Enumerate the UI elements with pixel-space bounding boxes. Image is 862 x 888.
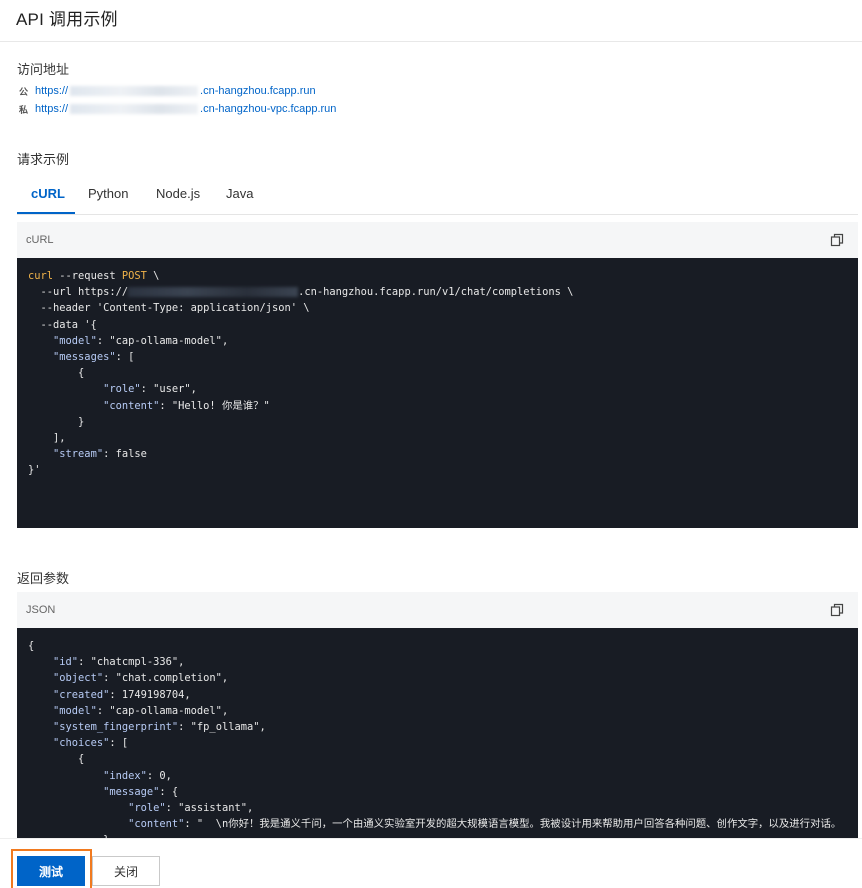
code-token: curl — [28, 270, 54, 282]
code-token: : " \n你好！我是通义千问，一个由通义实验室开发的超大规模语言模型。我被设计… — [184, 818, 842, 831]
code-key: "role" — [128, 802, 166, 815]
private-url-prefix: https:// — [35, 103, 69, 115]
language-tabs: cURL Python Node.js Java — [17, 178, 858, 215]
request-code-lang: cURL — [26, 234, 54, 246]
code-key: "system_fingerprint" — [53, 721, 179, 734]
code-key: "model" — [53, 334, 97, 347]
dialog-title: API 调用示例 — [16, 10, 118, 29]
response-code-lang: JSON — [26, 604, 56, 616]
public-url-suffix: .cn-hangzhou.fcapp.run — [200, 85, 316, 97]
tab-python[interactable]: Python — [88, 186, 128, 201]
request-label: 请求示例 — [17, 152, 70, 167]
code-key: "stream" — [53, 448, 104, 461]
code-key: "id" — [53, 656, 79, 669]
code-key: "model" — [53, 704, 97, 717]
code-token: POST — [121, 270, 147, 282]
dialog-header: API 调用示例 — [0, 0, 862, 42]
code-token: { — [28, 753, 85, 766]
tab-curl[interactable]: cURL — [31, 186, 65, 201]
code-key: "index" — [103, 769, 147, 782]
private-badge: 私 — [18, 104, 28, 115]
public-address-row: 公 https:// .cn-hangzhou.fcapp.run — [17, 83, 316, 99]
code-token: ], — [28, 432, 66, 445]
code-token: : "cap-ollama-model", — [96, 704, 229, 717]
code-token: } — [28, 415, 85, 428]
code-token: --url https:// — [28, 286, 129, 299]
public-url-prefix: https:// — [35, 85, 69, 97]
code-token: --request — [53, 270, 122, 282]
code-token: : "fp_ollama", — [178, 721, 266, 734]
code-token: { — [28, 640, 35, 652]
tab-java[interactable]: Java — [226, 186, 253, 201]
code-token: : [ — [109, 737, 129, 750]
code-token: : "user", — [140, 383, 197, 396]
active-tab-indicator — [17, 212, 75, 214]
code-token: : "Hello! 你是谁？" — [159, 399, 270, 412]
code-key: "content" — [128, 818, 185, 831]
code-token: : "assistant", — [165, 802, 254, 815]
request-code: curl --request POST \ --url https:// .cn-… — [17, 258, 858, 489]
code-token: : "cap-ollama-model", — [96, 334, 229, 347]
code-token: : [ — [115, 351, 135, 364]
code-token: : false — [103, 448, 147, 461]
code-token: : "chat.completion", — [103, 672, 229, 685]
private-address-link[interactable]: https:// .cn-hangzhou-vpc.fcapp.run — [35, 103, 336, 115]
copy-icon[interactable] — [830, 603, 844, 617]
response-code-block: { "id": "chatcmpl-336", "object": "chat.… — [17, 628, 858, 838]
private-address-row: 私 https:// .cn-hangzhou-vpc.fcapp.run — [17, 101, 336, 117]
response-label: 返回参数 — [17, 571, 70, 586]
code-token: { — [28, 367, 85, 380]
response-code: { "id": "chatcmpl-336", "object": "chat.… — [17, 628, 858, 838]
code-token: --data '{ — [28, 318, 97, 331]
code-token: }' — [28, 464, 41, 477]
code-token: : 1749198704, — [109, 688, 191, 701]
request-code-block: curl --request POST \ --url https:// .cn-… — [17, 258, 858, 528]
test-button[interactable]: 测试 — [17, 856, 85, 886]
public-badge: 公 — [18, 86, 28, 97]
code-key: "content" — [103, 399, 160, 412]
code-key: "message" — [103, 785, 160, 798]
code-token: : { — [159, 785, 179, 798]
copy-icon[interactable] — [830, 233, 844, 247]
code-token: .cn-hangzhou.fcapp.run/v1/chat/completio… — [298, 286, 574, 299]
code-key: "created" — [53, 688, 110, 701]
code-token: --header 'Content-Type: application/json… — [28, 302, 310, 315]
code-token: : 0, — [146, 769, 172, 782]
code-key: "messages" — [53, 351, 116, 364]
request-code-header: cURL — [17, 222, 858, 258]
tab-nodejs[interactable]: Node.js — [156, 186, 200, 201]
private-url-suffix: .cn-hangzhou-vpc.fcapp.run — [200, 103, 337, 115]
response-code-header: JSON — [17, 592, 858, 628]
redacted-host — [70, 104, 199, 115]
redacted-host — [128, 287, 299, 298]
dialog-footer: 测试 关闭 — [0, 838, 862, 888]
code-token: \ — [146, 270, 160, 282]
code-key: "object" — [53, 672, 104, 685]
code-key: "choices" — [53, 737, 110, 750]
code-token: : "chatcmpl-336", — [78, 656, 185, 669]
close-button[interactable]: 关闭 — [92, 856, 160, 886]
address-label: 访问地址 — [17, 62, 70, 77]
code-key: "role" — [103, 383, 141, 396]
redacted-host — [70, 86, 199, 97]
public-address-link[interactable]: https:// .cn-hangzhou.fcapp.run — [35, 85, 316, 97]
